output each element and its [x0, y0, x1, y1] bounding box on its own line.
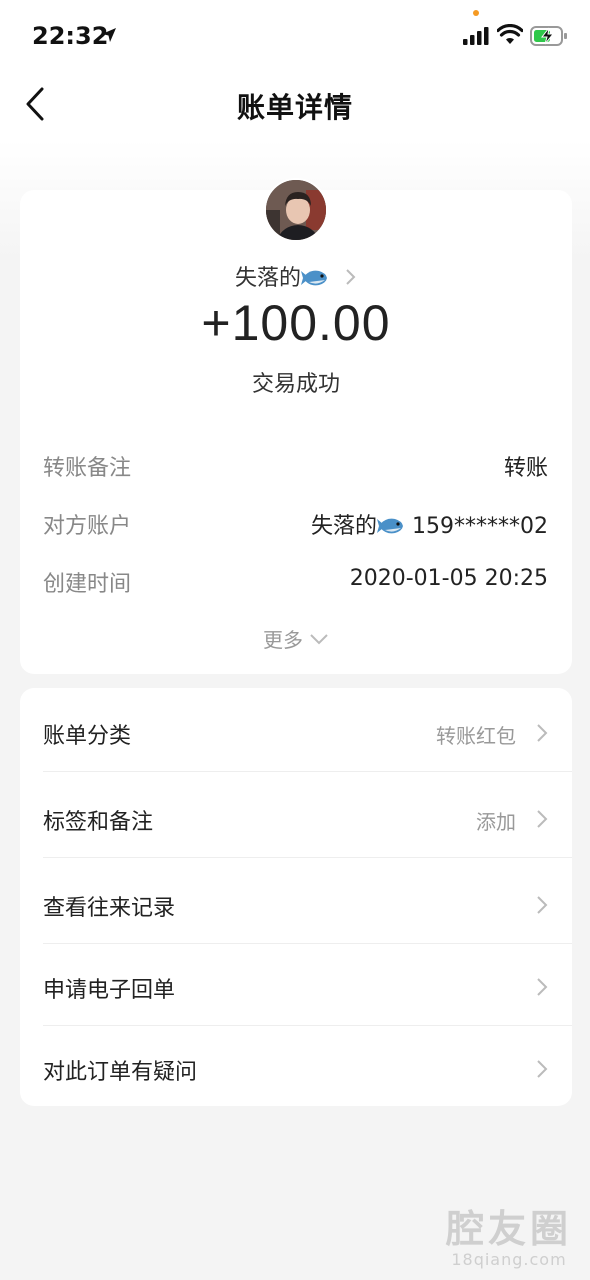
divider — [43, 857, 572, 858]
cellular-signal-icon — [463, 27, 489, 45]
chevron-right-icon — [537, 1060, 548, 1078]
chevron-right-icon — [537, 978, 548, 996]
avatar-photo — [266, 180, 326, 240]
counterparty-phone: 159******02 — [412, 514, 548, 539]
menu-item-tags-notes[interactable]: 标签和备注 添加 — [20, 776, 572, 858]
info-row-created-time: 创建时间 2020-01-05 20:25 — [43, 566, 548, 600]
menu-item-label: 标签和备注 — [43, 810, 154, 835]
transaction-summary-card: 失落的 +100.00 交易成功 转账备注 转账 对方账户 失落的 159***… — [20, 178, 572, 674]
fish-emoji-icon — [301, 270, 327, 286]
location-arrow-icon — [102, 28, 116, 42]
chevron-right-icon — [346, 269, 356, 285]
status-bar: 22:32 — [0, 0, 590, 72]
info-row-remark: 转账备注 转账 — [43, 450, 548, 484]
menu-item-label: 申请电子回单 — [43, 978, 176, 1003]
battery-charging-icon — [530, 26, 567, 46]
page-title: 账单详情 — [236, 91, 353, 124]
transaction-amount: +100.00 — [201, 295, 391, 351]
menu-item-order-question[interactable]: 对此订单有疑问 — [20, 1026, 572, 1108]
more-toggle[interactable]: 更多 — [20, 624, 572, 653]
watermark-brand: 腔友圈 — [445, 1207, 572, 1251]
info-row-counterparty: 对方账户 失落的 159******02 — [43, 508, 548, 542]
bill-detail-page: 22:32 账单详情 失落的 +100.00 交易成功 转账备注 转账 对方账户… — [0, 0, 590, 1280]
menu-item-value: 添加 — [476, 810, 516, 834]
info-label: 转账备注 — [43, 456, 132, 481]
menu-item-label: 对此订单有疑问 — [43, 1060, 198, 1085]
navigation-bar: 账单详情 — [0, 72, 590, 136]
privacy-indicator-dot — [473, 10, 479, 16]
payer-name-link[interactable]: 失落的 — [20, 260, 572, 292]
chevron-down-icon — [310, 634, 328, 645]
more-label: 更多 — [263, 628, 303, 652]
menu-item-value: 转账红包 — [436, 724, 516, 748]
menu-item-label: 查看往来记录 — [43, 896, 176, 921]
counterparty-name: 失落的 — [310, 514, 377, 539]
bill-options-card: 账单分类 转账红包 标签和备注 添加 查看往来记录 申请电子回单 对此订单有疑问 — [20, 688, 572, 1106]
chevron-right-icon — [537, 724, 548, 742]
wifi-icon — [497, 24, 523, 44]
transaction-status: 交易成功 — [251, 372, 340, 397]
payer-name: 失落的 — [234, 266, 301, 291]
info-value: 转账 — [503, 456, 548, 481]
status-time: 22:32 — [32, 22, 109, 50]
info-label: 创建时间 — [43, 572, 132, 597]
info-value: 2020-01-05 20:25 — [349, 566, 548, 591]
counterparty-account: 失落的 159******02 — [311, 508, 548, 540]
chevron-right-icon — [537, 896, 548, 914]
divider — [43, 771, 572, 772]
watermark-domain: 18qiang.com — [451, 1250, 567, 1269]
avatar[interactable] — [264, 178, 328, 242]
menu-item-e-receipt[interactable]: 申请电子回单 — [20, 944, 572, 1026]
watermark: 腔友圈 18qiang.com — [446, 1208, 572, 1269]
menu-item-bill-category[interactable]: 账单分类 转账红包 — [20, 690, 572, 772]
chevron-right-icon — [537, 810, 548, 828]
info-label: 对方账户 — [43, 514, 132, 539]
fish-emoji-icon — [377, 518, 403, 534]
menu-item-label: 账单分类 — [43, 724, 132, 749]
menu-item-view-history[interactable]: 查看往来记录 — [20, 862, 572, 944]
